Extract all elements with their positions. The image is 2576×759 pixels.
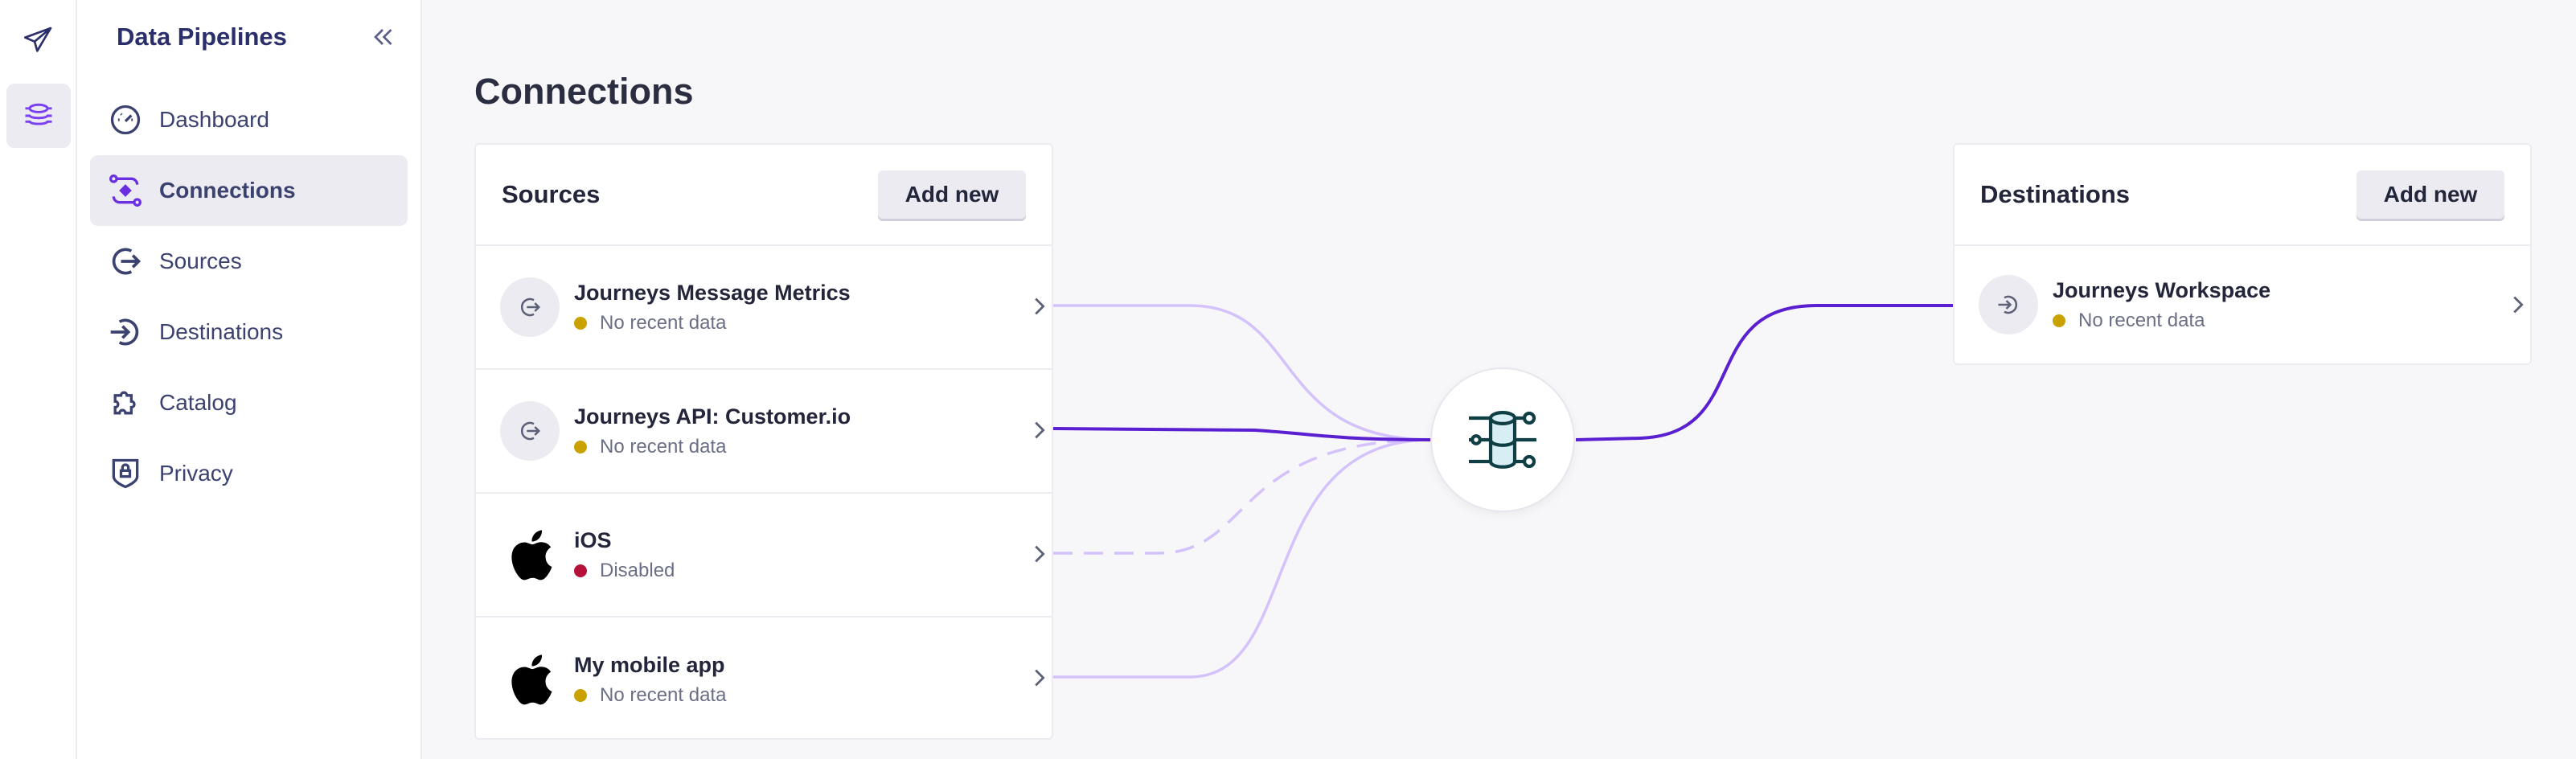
connections-icon — [109, 174, 142, 207]
link-source-2 — [1053, 438, 1432, 555]
apple-icon — [500, 650, 560, 709]
chevron-right-icon — [1035, 669, 1045, 687]
destination-name: Journeys Workspace — [2053, 277, 2271, 302]
collapse-sidebar-icon[interactable] — [368, 23, 397, 51]
link-source-3 — [1053, 438, 1432, 679]
source-row[interactable]: iOS Disabled — [476, 494, 1052, 617]
add-source-button[interactable]: Add new — [878, 170, 1026, 219]
destination-icon — [1979, 275, 2038, 334]
source-name: Journeys Message Metrics — [574, 280, 851, 305]
shield-lock-icon — [112, 458, 139, 489]
source-row[interactable]: My mobile app No recent data — [476, 617, 1052, 741]
chevron-right-icon — [1035, 297, 1045, 315]
sidebar-item-label: Destinations — [159, 319, 284, 344]
sidebar-item-label: Connections — [159, 178, 296, 203]
destinations-title: Destinations — [1980, 180, 2131, 208]
link-source-0 — [1053, 304, 1432, 441]
chevron-right-icon — [1035, 545, 1045, 563]
sidebar-item-connections[interactable]: Connections — [90, 155, 408, 226]
link-source-1 — [1052, 427, 1432, 441]
sidebar-item-dashboard[interactable]: Dashboard — [90, 84, 408, 155]
pipeline-hub[interactable] — [1430, 367, 1575, 512]
source-icon — [500, 401, 560, 461]
database-hub-icon — [1469, 411, 1536, 469]
destinations-card: Destinations Add new Journeys Workspace … — [1953, 143, 2532, 365]
source-arrow-icon — [112, 248, 142, 275]
source-status: Disabled — [600, 559, 675, 581]
chevron-right-icon — [2513, 296, 2524, 314]
destination-row[interactable]: Journeys Workspace No recent data — [1955, 246, 2530, 363]
source-status: No recent data — [600, 311, 727, 334]
sidebar-item-label: Sources — [159, 248, 242, 273]
sidebar: Data Pipelines Dashboard Connections Sou… — [77, 0, 422, 759]
source-row[interactable]: Journeys API: Customer.io No recent data — [476, 370, 1052, 494]
source-status: No recent data — [600, 435, 727, 457]
sidebar-item-label: Catalog — [159, 390, 237, 415]
source-status: No recent data — [600, 683, 727, 706]
sidebar-item-destinations[interactable]: Destinations — [90, 297, 408, 367]
source-row[interactable]: Journeys Message Metrics No recent data — [476, 246, 1052, 370]
add-destination-button[interactable]: Add new — [2357, 170, 2504, 219]
status-dot — [2053, 314, 2065, 327]
source-name: My mobile app — [574, 652, 725, 677]
puzzle-icon — [113, 391, 136, 415]
sidebar-item-sources[interactable]: Sources — [90, 226, 408, 297]
paper-plane-icon[interactable] — [6, 8, 71, 72]
status-dot — [574, 688, 587, 702]
destination-arrow-icon — [110, 318, 139, 346]
gauge-icon — [110, 105, 141, 135]
icon-rail — [0, 0, 77, 759]
status-dot — [574, 440, 587, 453]
source-icon — [500, 277, 560, 337]
apple-icon — [500, 525, 560, 585]
link-destination-0 — [1575, 304, 1953, 441]
sidebar-item-privacy[interactable]: Privacy — [90, 438, 408, 509]
chevron-right-icon — [1035, 421, 1045, 439]
sources-card: Sources Add new Journeys Message Metrics… — [474, 143, 1053, 740]
source-name: Journeys API: Customer.io — [574, 404, 851, 429]
page-title: Connections — [474, 71, 694, 112]
status-dot — [574, 316, 587, 330]
status-dot — [574, 564, 587, 577]
sidebar-item-catalog[interactable]: Catalog — [90, 367, 408, 438]
sources-title: Sources — [502, 180, 601, 208]
sidebar-item-label: Privacy — [159, 461, 233, 486]
destination-status: No recent data — [2078, 309, 2205, 331]
sidebar-title: Data Pipelines — [117, 23, 287, 51]
source-name: iOS — [574, 527, 612, 552]
data-pipelines-icon[interactable] — [6, 84, 71, 148]
sidebar-item-label: Dashboard — [159, 107, 269, 132]
